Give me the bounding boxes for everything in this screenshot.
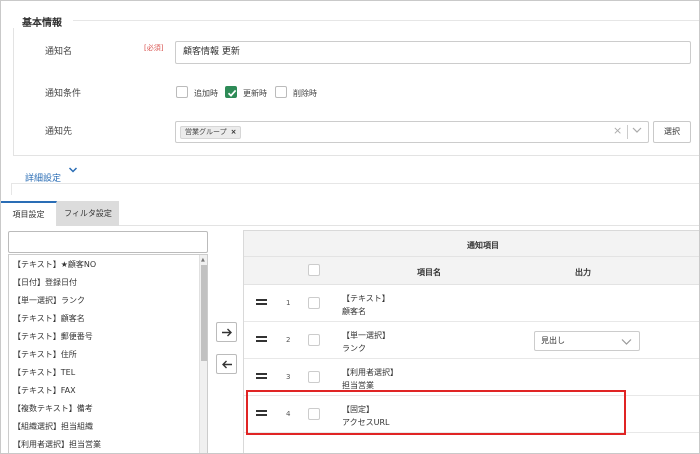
list-item[interactable]: 【テキスト】顧客名 (13, 313, 85, 324)
col-item-name: 項目名 (417, 268, 441, 277)
row-checkbox[interactable] (308, 371, 320, 383)
select-button[interactable]: 選択 (653, 121, 691, 143)
row-item-type: 【利用者選択】 (342, 368, 398, 377)
notification-settings-panel: 基本情報 通知名 [必須] 顧客情報 更新 通知条件 追加時 更新時 削除時 通… (0, 0, 700, 454)
scroll-thumb[interactable] (201, 265, 207, 361)
scroll-up-icon[interactable]: ▲ (201, 257, 205, 263)
row-item-type: 【単一選択】 (342, 331, 390, 340)
table-row[interactable]: 2 【単一選択】 ランク 見出し (244, 322, 699, 359)
required-badge: [必須] (144, 44, 164, 52)
arrow-right-icon (222, 328, 232, 337)
list-item[interactable]: 【テキスト】FAX (13, 385, 76, 396)
target-tag-label: 営業グループ (185, 128, 227, 136)
highlight-box (246, 390, 626, 435)
row-checkbox[interactable] (308, 297, 320, 309)
list-item[interactable]: 【複数テキスト】備考 (13, 403, 93, 414)
table-row[interactable]: 1 【テキスト】 顧客名 (244, 285, 699, 322)
condition-update-checkbox[interactable] (225, 86, 237, 98)
condition-add-label: 追加時 (194, 89, 218, 98)
clear-icon[interactable]: × (613, 125, 622, 137)
condition-update-label: 更新時 (243, 89, 267, 98)
chevron-down-icon[interactable] (631, 125, 643, 138)
row-number: 1 (286, 299, 291, 307)
list-item[interactable]: 【組織選択】担当組織 (13, 421, 93, 432)
list-item[interactable]: 【テキスト】TEL (13, 367, 75, 378)
tag-remove-icon[interactable]: × (231, 128, 237, 136)
list-item[interactable]: 【テキスト】郵便番号 (13, 331, 93, 342)
available-items-list[interactable]: 【テキスト】★顧客NO 【日付】登録日付 【単一選択】ランク 【テキスト】顧客名… (8, 254, 208, 453)
tab-divider (119, 225, 699, 226)
notification-target-label: 通知先 (45, 127, 73, 137)
drag-handle-icon[interactable] (256, 373, 267, 379)
row-number: 3 (286, 373, 291, 381)
list-item[interactable]: 【テキスト】住所 (13, 349, 77, 360)
item-filter-input[interactable] (8, 231, 208, 253)
notification-name-input[interactable]: 顧客情報 更新 (175, 41, 691, 64)
output-select[interactable]: 見出し (534, 331, 640, 351)
condition-delete-checkbox[interactable] (275, 86, 287, 98)
add-item-button[interactable] (216, 322, 237, 342)
section-divider (73, 20, 699, 21)
condition-add-checkbox[interactable] (176, 86, 188, 98)
list-item[interactable]: 【日付】登録日付 (13, 277, 77, 288)
remove-item-button[interactable] (216, 354, 237, 374)
table-title-row: 通知項目 (244, 231, 699, 257)
section-divider (11, 183, 699, 184)
row-item-name: 顧客名 (342, 307, 366, 316)
condition-delete-label: 削除時 (293, 89, 317, 98)
output-select-value: 見出し (541, 336, 565, 345)
row-item-type: 【テキスト】 (342, 294, 390, 303)
table-title: 通知項目 (467, 241, 499, 250)
select-all-checkbox[interactable] (308, 264, 320, 276)
list-item[interactable]: 【利用者選択】担当営業 (13, 439, 101, 450)
drag-handle-icon[interactable] (256, 336, 267, 342)
table-header-row: 項目名 出力 (244, 257, 699, 285)
section-divider (11, 183, 12, 195)
check-icon (227, 89, 237, 97)
tab-item-settings[interactable]: 項目設定 (1, 201, 57, 226)
notification-target-input[interactable]: 営業グループ × (175, 121, 649, 143)
tab-filter-settings[interactable]: フィルタ設定 (57, 201, 119, 226)
chevron-down-icon (621, 339, 632, 345)
list-item[interactable]: 【単一選択】ランク (13, 295, 85, 306)
notification-name-label: 通知名 (45, 47, 73, 57)
col-output: 出力 (575, 268, 591, 277)
target-tag: 営業グループ × (180, 126, 242, 139)
basic-info-title: 基本情報 (22, 18, 62, 29)
row-number: 2 (286, 336, 291, 344)
arrow-left-icon (222, 360, 232, 369)
notification-condition-label: 通知条件 (45, 89, 82, 99)
row-item-name: ランク (342, 344, 366, 353)
list-item[interactable]: 【テキスト】★顧客NO (13, 259, 96, 270)
chevron-down-icon[interactable] (68, 166, 78, 177)
row-checkbox[interactable] (308, 334, 320, 346)
input-separator (627, 125, 628, 139)
drag-handle-icon[interactable] (256, 299, 267, 305)
list-scrollbar[interactable]: ▲ (199, 255, 207, 453)
